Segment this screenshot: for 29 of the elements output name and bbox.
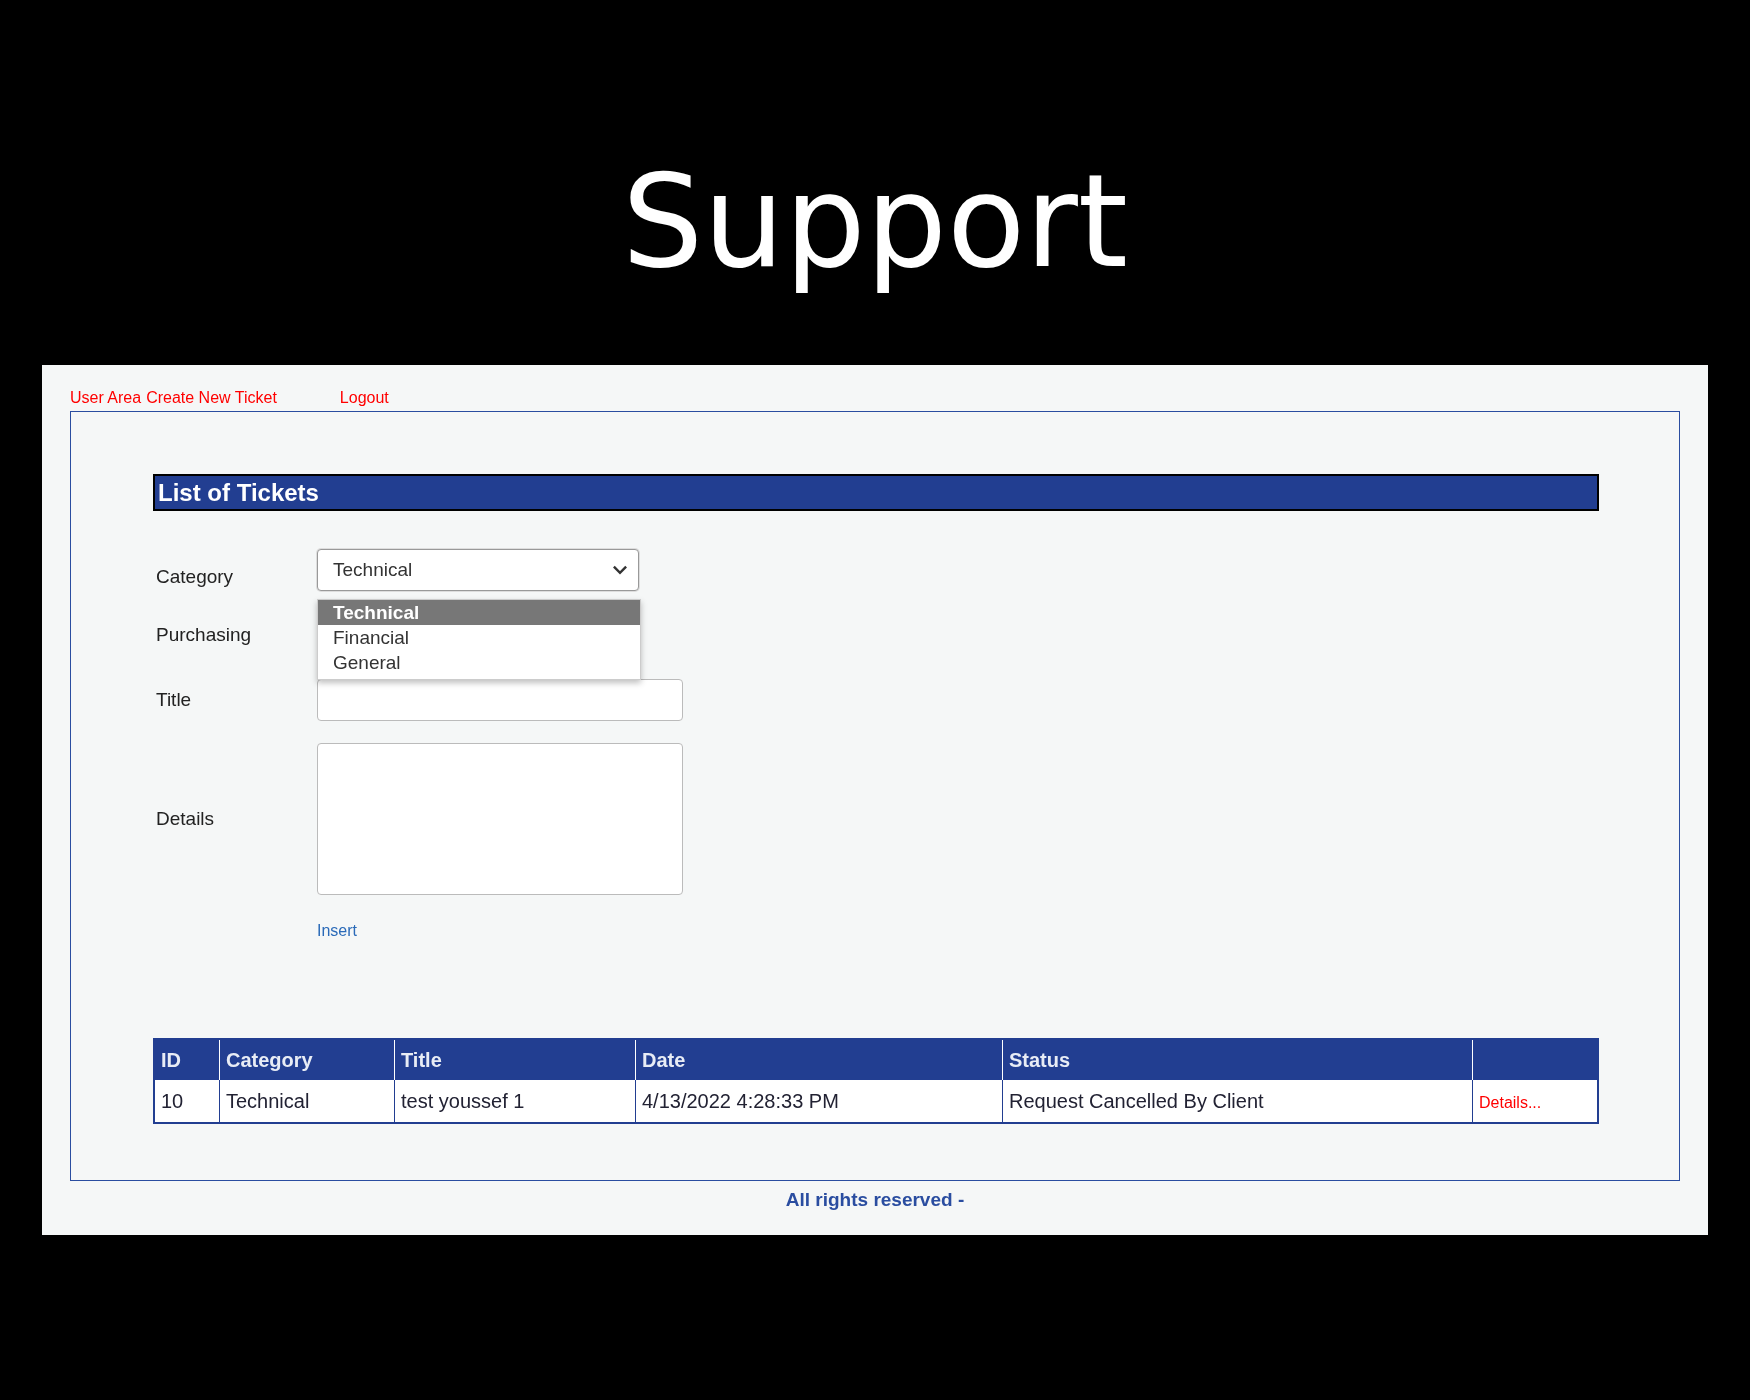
column-header: Status [1002,1039,1473,1080]
nav-link[interactable]: Logout [339,389,389,407]
table-cell: Request Cancelled By Client [1002,1080,1473,1123]
dropdown-option[interactable]: Technical [318,600,640,625]
section-header: List of Tickets [153,474,1599,511]
chevron-down-icon [612,565,628,575]
footer-text: All rights reserved - [784,1189,966,1211]
field-label: Purchasing [155,624,253,646]
table-cell: 4/13/2022 4:28:33 PM [635,1080,1003,1123]
column-header: Title [394,1039,636,1080]
select-value: Technical [333,559,413,581]
column-header: Date [635,1039,1003,1080]
column-header: Category [219,1039,395,1080]
table-cell: Technical [219,1080,395,1123]
table-cell: test youssef 1 [394,1080,636,1123]
details-textarea[interactable] [317,743,683,895]
field-label: Details [155,808,216,830]
dropdown-option[interactable]: General [318,650,640,675]
nav-link[interactable]: User Area [70,389,142,407]
nav-link[interactable]: Create New Ticket [146,389,277,407]
insert-link[interactable]: Insert [317,922,357,940]
field-label: Title [155,689,193,711]
category-select[interactable]: Technical [317,549,639,591]
column-header: ID [154,1039,220,1080]
table-cell: 10 [154,1080,220,1123]
slide-title: Support [621,146,1129,298]
field-label: Category [155,565,235,588]
title-input[interactable] [317,679,683,721]
dropdown-option[interactable]: Financial [318,625,640,650]
